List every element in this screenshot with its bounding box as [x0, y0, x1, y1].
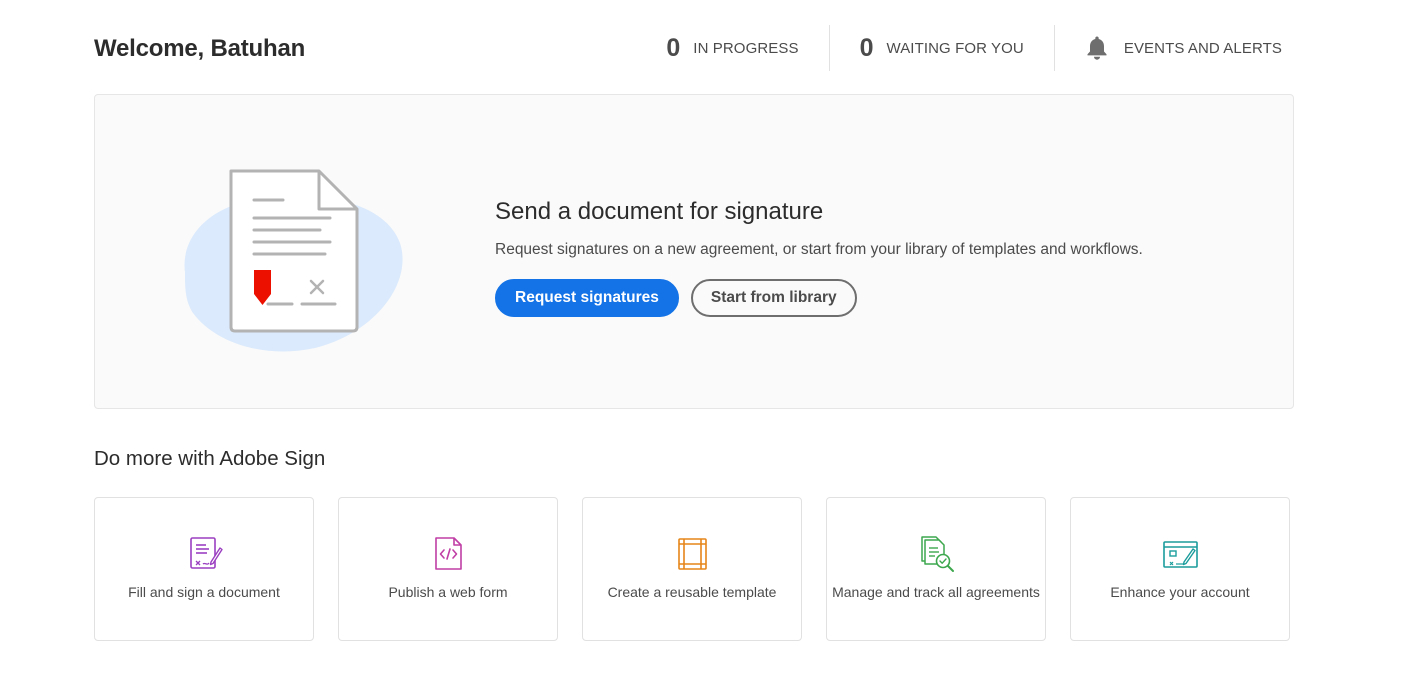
web-form-icon: [429, 535, 467, 573]
fill-sign-card[interactable]: Fill and sign a document: [94, 497, 314, 641]
waiting-for-you-count: 0: [859, 33, 874, 62]
quick-actions: Fill and sign a document Publish a web f…: [94, 497, 1294, 641]
welcome-title: Welcome, Batuhan: [94, 35, 306, 62]
status-summary: 0 IN PROGRESS 0 WAITING FOR YOU EVENTS A…: [666, 25, 1282, 71]
bell-icon: [1085, 35, 1109, 61]
web-form-card[interactable]: Publish a web form: [338, 497, 558, 641]
in-progress-count: 0: [666, 33, 681, 62]
enhance-account-label: Enhance your account: [1110, 584, 1250, 600]
send-document-title: Send a document for signature: [495, 198, 824, 225]
template-icon: [673, 535, 711, 573]
in-progress-stat[interactable]: 0 IN PROGRESS: [666, 25, 828, 71]
send-document-panel: Send a document for signature Request si…: [94, 94, 1294, 409]
manage-agreements-icon: [917, 535, 955, 573]
send-document-description: Request signatures on a new agreement, o…: [495, 241, 1143, 258]
manage-agreements-card[interactable]: Manage and track all agreements: [826, 497, 1046, 641]
manage-agreements-label: Manage and track all agreements: [832, 584, 1040, 600]
events-alerts-label: EVENTS AND ALERTS: [1123, 39, 1282, 57]
fill-sign-icon: [185, 535, 223, 573]
fill-sign-label: Fill and sign a document: [128, 584, 280, 600]
start-from-library-button[interactable]: Start from library: [690, 279, 857, 317]
enhance-account-card[interactable]: Enhance your account: [1070, 497, 1290, 641]
waiting-for-you-stat[interactable]: 0 WAITING FOR YOU: [830, 25, 1054, 71]
do-more-section-title: Do more with Adobe Sign: [94, 447, 326, 470]
send-document-content: Send a document for signature Request si…: [495, 198, 1255, 317]
request-signatures-button[interactable]: Request signatures: [495, 279, 679, 317]
template-label: Create a reusable template: [607, 584, 777, 600]
send-document-actions: Request signatures Start from library: [495, 279, 1255, 317]
waiting-for-you-label: WAITING FOR YOU: [886, 39, 1024, 57]
in-progress-label: IN PROGRESS: [693, 39, 799, 57]
web-form-label: Publish a web form: [388, 584, 508, 600]
events-alerts-stat[interactable]: EVENTS AND ALERTS: [1055, 25, 1282, 71]
dashboard-header: Welcome, Batuhan 0 IN PROGRESS 0 WAITING…: [94, 25, 1294, 75]
template-card[interactable]: Create a reusable template: [582, 497, 802, 641]
enhance-account-icon: [1161, 535, 1199, 573]
document-signature-illustration: [175, 163, 405, 358]
